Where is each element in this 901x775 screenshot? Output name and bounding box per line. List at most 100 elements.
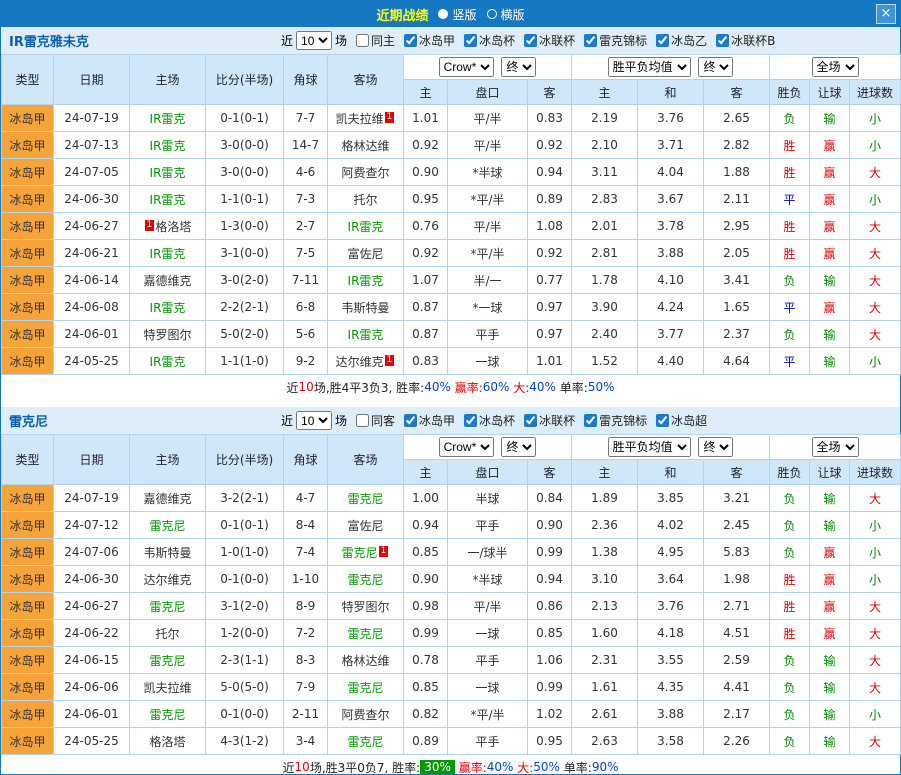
asian-home-odds: 0.89 [404, 728, 448, 755]
asian-handicap-line: 半/一 [448, 267, 528, 294]
asian-home-odds: 0.99 [404, 620, 448, 647]
match-row: 冰岛甲24-05-25格洛塔4-3(1-2)3-4雷克尼0.89平手0.952.… [2, 728, 901, 755]
euro-away-odds: 2.05 [704, 240, 770, 267]
games-label: 场 [335, 412, 347, 429]
league-filter[interactable]: 冰岛乙 [656, 32, 707, 49]
league-type: 冰岛甲 [2, 674, 54, 701]
match-score: 1-0(1-0) [206, 539, 284, 566]
col-res-goals: 进球数 [850, 80, 901, 105]
away-team-cell: 达尔维克1 [328, 348, 404, 375]
league-checkbox[interactable] [524, 34, 537, 47]
avg-odds-select[interactable]: 胜平负均值 [608, 57, 691, 77]
close-icon[interactable]: × [876, 4, 896, 24]
away-team-cell: 托尔 [328, 186, 404, 213]
summary-segment: 60% [483, 380, 510, 394]
same-venue-filter[interactable]: 同客 [356, 412, 395, 429]
league-checkbox[interactable] [464, 414, 477, 427]
league-filter[interactable]: 冰岛甲 [404, 32, 455, 49]
scope-select[interactable]: 全场 [812, 57, 859, 77]
match-date: 24-06-08 [54, 294, 130, 321]
league-filter[interactable]: 冰岛超 [656, 412, 707, 429]
match-score: 3-1(0-0) [206, 240, 284, 267]
match-date: 24-07-06 [54, 539, 130, 566]
col-odds-line: 盘口 [448, 80, 528, 105]
league-filter[interactable]: 冰岛杯 [464, 32, 515, 49]
asian-home-odds: 1.01 [404, 105, 448, 132]
league-type: 冰岛甲 [2, 701, 54, 728]
league-checkbox[interactable] [404, 414, 417, 427]
final-odds-select[interactable]: 终 [698, 437, 733, 457]
result-wdl: 胜 [770, 132, 810, 159]
home-team-name: 韦斯特曼 [143, 546, 191, 560]
home-team-name: IR雷克 [150, 166, 186, 180]
asian-handicap-line: 平/半 [448, 593, 528, 620]
league-checkbox[interactable] [656, 34, 669, 47]
league-type: 冰岛甲 [2, 186, 54, 213]
euro-home-odds: 2.61 [572, 701, 638, 728]
euro-away-odds: 2.17 [704, 701, 770, 728]
euro-away-odds: 1.98 [704, 566, 770, 593]
match-date: 24-07-19 [54, 105, 130, 132]
same-venue-checkbox[interactable] [356, 34, 369, 47]
match-score: 4-3(1-2) [206, 728, 284, 755]
euro-draw-odds: 4.95 [638, 539, 704, 566]
result-goals: 小 [850, 105, 901, 132]
avg-odds-select[interactable]: 胜平负均值 [608, 437, 691, 457]
home-team-cell: IR雷克 [130, 294, 206, 321]
result-wdl: 负 [770, 105, 810, 132]
league-filter[interactable]: 雷克锦标 [584, 32, 647, 49]
home-team-cell: 托尔 [130, 620, 206, 647]
away-team-cell: 雷克尼 [328, 674, 404, 701]
final-odds-select[interactable]: 终 [698, 57, 733, 77]
recent-count-select[interactable]: 10 [296, 31, 332, 50]
result-wdl: 平 [770, 186, 810, 213]
league-checkbox[interactable] [524, 414, 537, 427]
layout-horizontal-radio[interactable]: 横版 [487, 6, 525, 23]
league-filter[interactable]: 冰联杯 [524, 412, 575, 429]
euro-draw-odds: 4.18 [638, 620, 704, 647]
final-odds-select[interactable]: 终 [501, 437, 536, 457]
league-filter[interactable]: 冰岛甲 [404, 412, 455, 429]
same-venue-filter[interactable]: 同主 [356, 32, 395, 49]
result-handicap: 赢 [810, 593, 850, 620]
match-row: 冰岛甲24-06-14嘉德维克3-0(2-0)7-11IR雷克1.07半/一0.… [2, 267, 901, 294]
asian-handicap-line: 平/半 [448, 213, 528, 240]
league-checkbox[interactable] [584, 414, 597, 427]
euro-home-odds: 3.11 [572, 159, 638, 186]
summary-segment: 30% [420, 760, 455, 774]
euro-home-odds: 2.31 [572, 647, 638, 674]
section-home-team: IR雷克雅未克 近 10 场 同主 冰岛甲冰岛杯冰联杯雷克锦标冰岛乙冰联杯B 类… [1, 27, 900, 399]
bookmaker-select[interactable]: Crow* [439, 57, 494, 77]
result-goals: 小 [850, 566, 901, 593]
league-filter[interactable]: 冰岛杯 [464, 412, 515, 429]
corner-count: 7-11 [284, 267, 328, 294]
league-filter[interactable]: 冰联杯B [716, 32, 775, 49]
recent-count-select[interactable]: 10 [296, 411, 332, 430]
final-odds-select[interactable]: 终 [501, 57, 536, 77]
euro-draw-odds: 3.76 [638, 593, 704, 620]
home-team-cell: 嘉德维克 [130, 485, 206, 512]
corner-count: 1-10 [284, 566, 328, 593]
match-score: 1-1(1-0) [206, 348, 284, 375]
league-filter[interactable]: 冰联杯 [524, 32, 575, 49]
result-wdl: 胜 [770, 159, 810, 186]
league-label: 冰岛杯 [479, 32, 515, 49]
away-team-name: 特罗图尔 [341, 600, 389, 614]
league-type: 冰岛甲 [2, 294, 54, 321]
away-team-cell: 格林达维 [328, 647, 404, 674]
home-team-name: IR雷克 [150, 301, 186, 315]
league-checkbox[interactable] [716, 34, 729, 47]
asian-away-odds: 0.92 [528, 240, 572, 267]
league-checkbox[interactable] [464, 34, 477, 47]
result-handicap: 输 [810, 647, 850, 674]
league-checkbox[interactable] [584, 34, 597, 47]
scope-select[interactable]: 全场 [812, 437, 859, 457]
league-checkbox[interactable] [404, 34, 417, 47]
corner-count: 8-4 [284, 512, 328, 539]
league-checkbox[interactable] [656, 414, 669, 427]
league-filter[interactable]: 雷克锦标 [584, 412, 647, 429]
layout-vertical-radio[interactable]: 竖版 [438, 6, 476, 23]
asian-handicap-line: *半球 [448, 159, 528, 186]
same-venue-checkbox[interactable] [356, 414, 369, 427]
bookmaker-select[interactable]: Crow* [439, 437, 494, 457]
